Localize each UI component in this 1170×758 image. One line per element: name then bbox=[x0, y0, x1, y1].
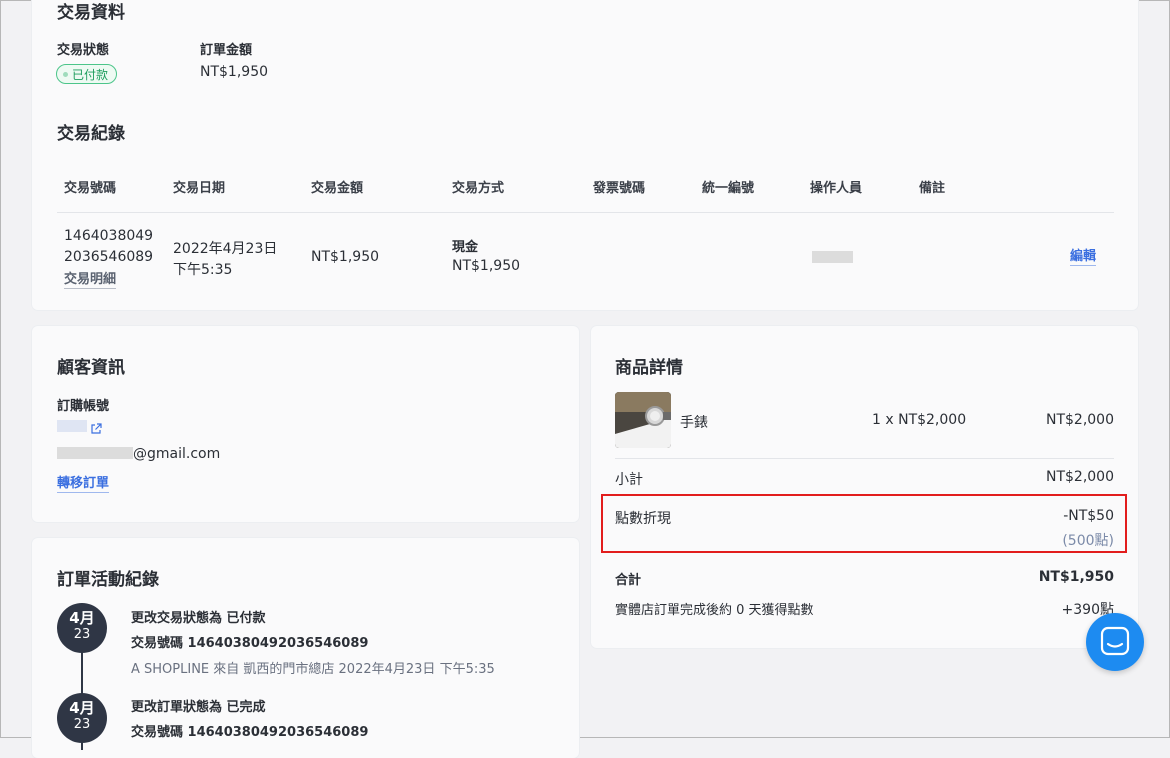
product-qty-price: 1 x NT$2,000 bbox=[872, 412, 967, 428]
activity-line1: 更改訂單狀態為 已完成 bbox=[131, 700, 266, 715]
activity-line3: A SHOPLINE 來自 凱西的門市總店 2022年4月23日 下午5:35 bbox=[131, 662, 495, 677]
external-link-icon[interactable] bbox=[90, 420, 102, 434]
col-number: 交易號碼 bbox=[64, 181, 117, 196]
total-label: 合計 bbox=[615, 573, 642, 588]
transaction-detail-link[interactable]: 交易明細 bbox=[64, 271, 117, 289]
records-title: 交易紀錄 bbox=[57, 124, 125, 144]
row-number-line1: 1464038049 bbox=[64, 228, 154, 244]
row-date-line2: 下午5:35 bbox=[173, 262, 233, 278]
edit-link[interactable]: 編輯 bbox=[1070, 248, 1097, 266]
row-method-amount: NT$1,950 bbox=[452, 258, 521, 274]
activity-title: 訂單活動紀錄 bbox=[57, 570, 159, 590]
product-total: NT$2,000 bbox=[1045, 412, 1114, 428]
row-method: 現金 bbox=[452, 240, 479, 255]
amount-label: 訂單金額 bbox=[200, 43, 253, 58]
email-suffix: @gmail.com bbox=[133, 446, 221, 462]
status-dot-icon bbox=[63, 71, 68, 77]
product-name: 手錶 bbox=[680, 415, 708, 431]
operator-redacted bbox=[812, 251, 853, 263]
activity-date-badge: 4月 23 bbox=[57, 603, 107, 653]
status-badge: 已付款 bbox=[56, 64, 118, 84]
total-value: NT$1,950 bbox=[1038, 569, 1114, 585]
col-tax-id: 統一編號 bbox=[702, 181, 755, 196]
transaction-section-title: 交易資料 bbox=[57, 3, 125, 23]
col-note: 備註 bbox=[919, 181, 946, 196]
col-invoice: 發票號碼 bbox=[593, 181, 646, 196]
activity-line1: 更改交易狀態為 已付款 bbox=[131, 611, 266, 626]
col-method: 交易方式 bbox=[452, 181, 505, 196]
timeline-line bbox=[81, 650, 83, 694]
product-title: 商品詳情 bbox=[615, 358, 683, 378]
chat-button[interactable] bbox=[1086, 613, 1144, 671]
earn-points-label: 實體店訂單完成後約 0 天獲得點數 bbox=[615, 603, 814, 618]
col-date: 交易日期 bbox=[173, 181, 226, 196]
row-number-line2: 2036546089 bbox=[64, 249, 154, 265]
product-divider bbox=[615, 458, 1114, 459]
status-label: 交易狀態 bbox=[57, 43, 110, 58]
activity-date-badge: 4月 23 bbox=[57, 693, 107, 743]
row-amount: NT$1,950 bbox=[311, 249, 380, 265]
table-divider bbox=[57, 212, 1114, 213]
customer-title: 顧客資訊 bbox=[57, 358, 125, 378]
col-amount: 交易金額 bbox=[311, 181, 364, 196]
amount-value: NT$1,950 bbox=[200, 64, 269, 80]
activity-line2: 交易號碼 14640380492036546089 bbox=[131, 636, 369, 651]
row-date-line1: 2022年4月23日 bbox=[173, 241, 278, 257]
transfer-order-link[interactable]: 轉移訂單 bbox=[57, 475, 110, 493]
email-redacted bbox=[57, 447, 133, 459]
product-thumbnail bbox=[615, 392, 671, 448]
chat-icon bbox=[1100, 626, 1130, 656]
status-badge-text: 已付款 bbox=[72, 67, 109, 82]
account-label: 訂購帳號 bbox=[57, 399, 110, 414]
points-highlight-box bbox=[601, 494, 1127, 553]
subtotal-label: 小計 bbox=[615, 472, 643, 488]
subtotal-value: NT$2,000 bbox=[1045, 469, 1114, 485]
col-operator: 操作人員 bbox=[810, 181, 863, 196]
activity-line2: 交易號碼 14640380492036546089 bbox=[131, 725, 369, 740]
account-redacted bbox=[57, 420, 87, 432]
